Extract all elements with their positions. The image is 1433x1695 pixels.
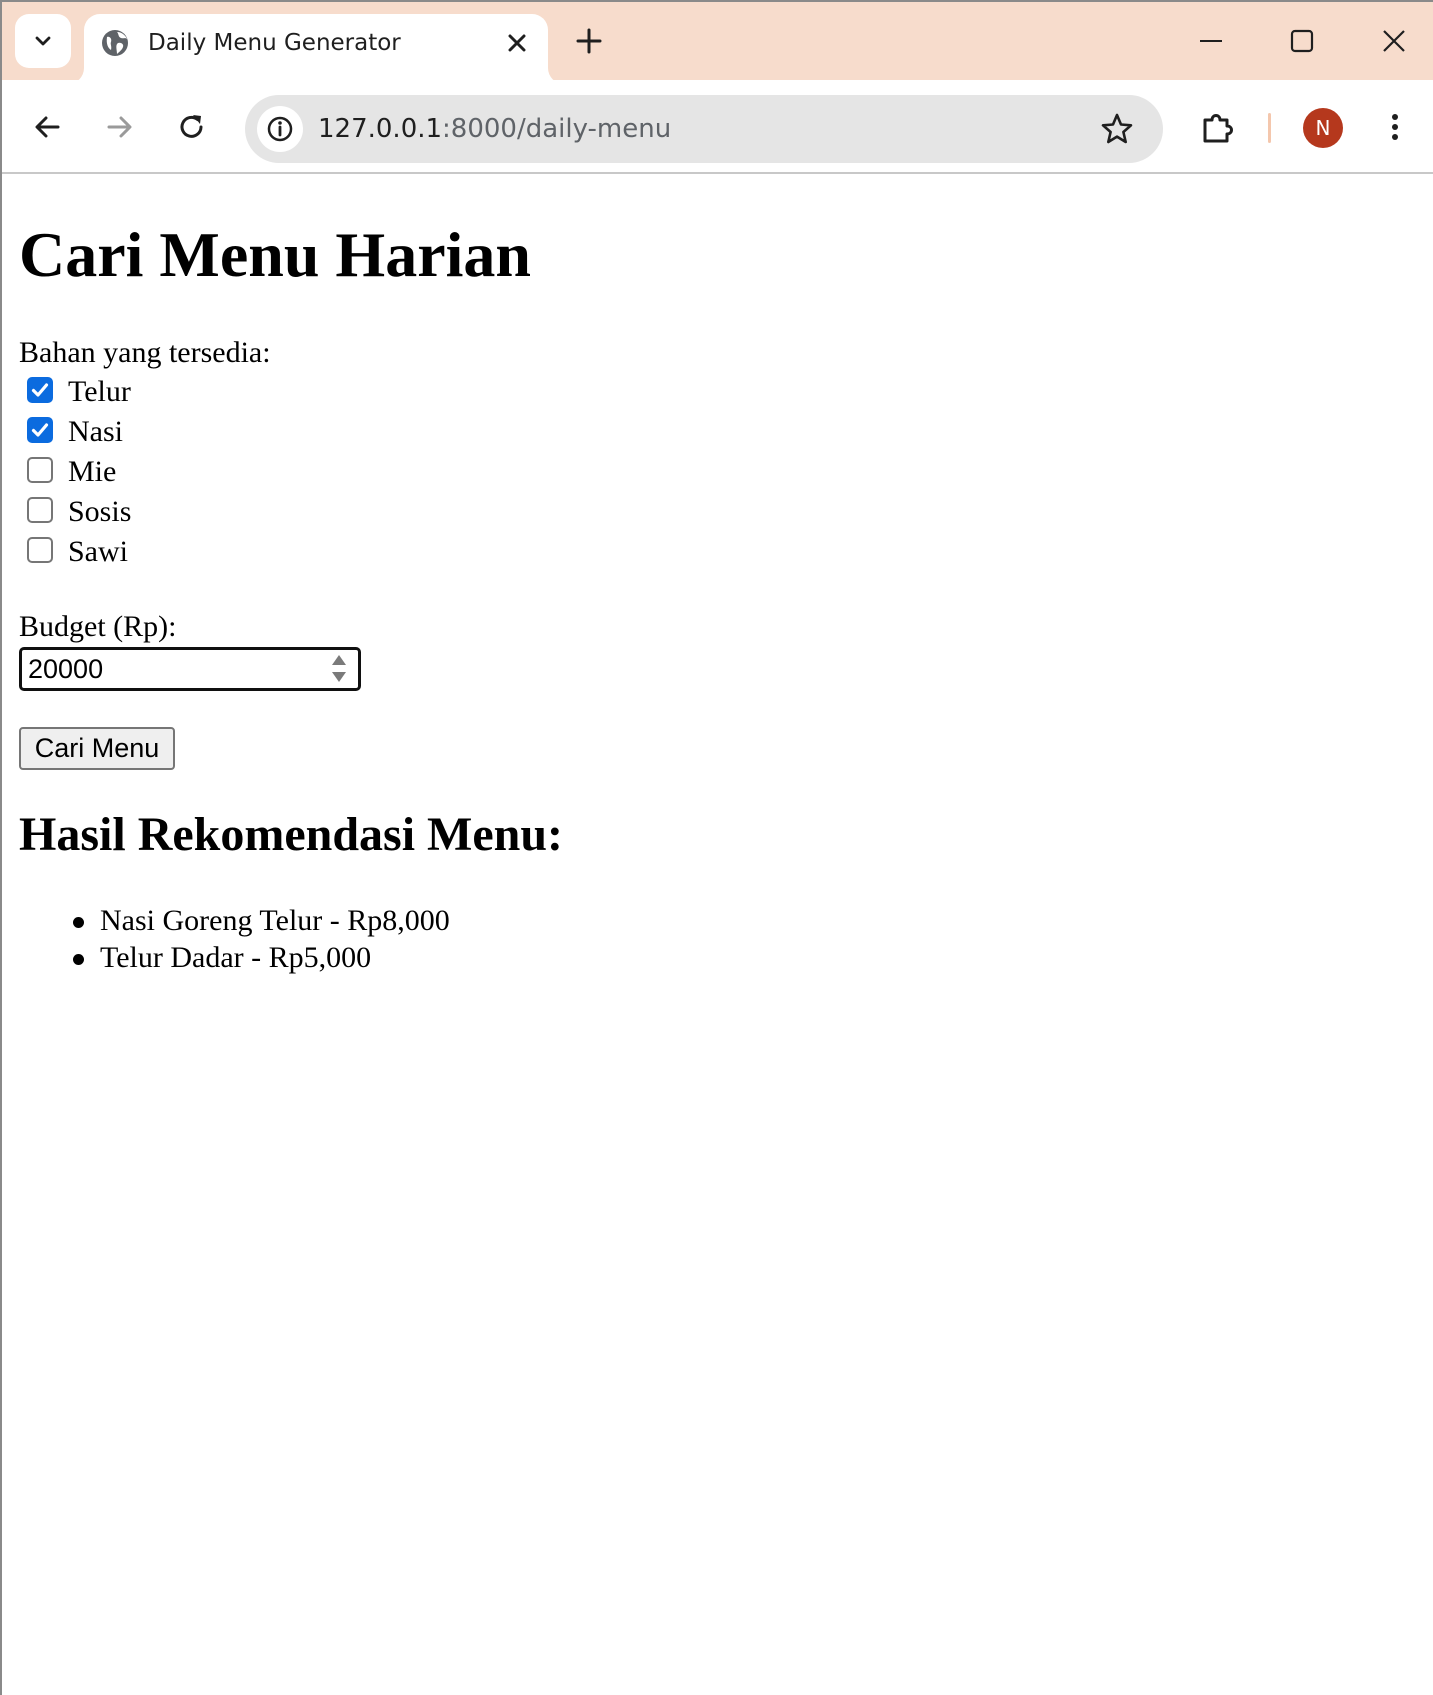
- number-spinner-icon[interactable]: [328, 652, 350, 686]
- search-menu-button[interactable]: Cari Menu: [19, 727, 175, 770]
- ingredient-option-sosis[interactable]: Sosis: [27, 494, 131, 530]
- checkbox-sosis[interactable]: [27, 497, 53, 523]
- toolbar-divider: [1268, 113, 1271, 143]
- tab-daily-menu-generator[interactable]: Daily Menu Generator: [84, 14, 548, 84]
- site-info-button[interactable]: [257, 106, 303, 152]
- ingredients-label: Bahan yang tersedia:: [19, 336, 271, 369]
- url-text[interactable]: 127.0.0.1:8000/daily-menu: [318, 111, 671, 147]
- browser-toolbar: 127.0.0.1:8000/daily-menu N: [2, 80, 1433, 174]
- back-arrow-icon[interactable]: [31, 110, 65, 144]
- tab-strip: Daily Menu Generator: [2, 2, 1433, 84]
- budget-value: 20000: [28, 654, 104, 684]
- profile-avatar[interactable]: N: [1303, 108, 1343, 148]
- checkbox-mie[interactable]: [27, 457, 53, 483]
- ingredient-label: Mie: [68, 455, 117, 488]
- budget-input[interactable]: 20000: [19, 647, 361, 691]
- list-item: Telur Dadar - Rp5,000: [2, 939, 450, 976]
- results-heading: Hasil Rekomendasi Menu:: [19, 808, 564, 861]
- page-title: Cari Menu Harian: [19, 219, 531, 290]
- checkbox-nasi[interactable]: [27, 417, 53, 443]
- minimize-icon[interactable]: [1196, 26, 1226, 56]
- extensions-puzzle-icon[interactable]: [1199, 108, 1237, 146]
- ingredient-option-nasi[interactable]: Nasi: [27, 414, 123, 450]
- list-item: Nasi Goreng Telur - Rp8,000: [2, 902, 450, 939]
- checkbox-sawi[interactable]: [27, 537, 53, 563]
- checkmark-icon: [31, 423, 49, 437]
- new-tab-icon[interactable]: [572, 24, 606, 58]
- ingredient-option-sawi[interactable]: Sawi: [27, 534, 128, 570]
- close-tab-icon[interactable]: [504, 30, 530, 56]
- bookmark-star-icon[interactable]: [1099, 111, 1135, 147]
- ingredient-label: Telur: [68, 375, 131, 408]
- forward-arrow-icon[interactable]: [102, 110, 136, 144]
- ingredient-label: Sosis: [68, 495, 132, 528]
- address-bar[interactable]: 127.0.0.1:8000/daily-menu: [245, 95, 1163, 163]
- results-list: Nasi Goreng Telur - Rp8,000 Telur Dadar …: [2, 902, 450, 976]
- ingredient-label: Nasi: [68, 415, 123, 448]
- browser-window: Daily Menu Generator 127.0.0.1:8000/dail…: [0, 0, 1433, 1695]
- ingredient-option-mie[interactable]: Mie: [27, 454, 116, 490]
- tab-title: Daily Menu Generator: [148, 30, 401, 56]
- ingredient-option-telur[interactable]: Telur: [27, 374, 131, 410]
- url-host: 127.0.0.1: [318, 114, 443, 144]
- globe-icon: [102, 30, 128, 56]
- tab-search-button[interactable]: [15, 14, 71, 68]
- more-menu-icon[interactable]: [1378, 110, 1412, 144]
- budget-label: Budget (Rp):: [19, 610, 177, 643]
- url-path: :8000/daily-menu: [442, 114, 672, 144]
- reload-icon[interactable]: [175, 110, 209, 144]
- maximize-icon[interactable]: [1287, 26, 1317, 56]
- page-content: Cari Menu Harian Bahan yang tersedia: Te…: [2, 174, 1433, 1695]
- info-icon: [267, 116, 293, 142]
- chevron-down-icon: [35, 36, 51, 46]
- checkbox-telur[interactable]: [27, 377, 53, 403]
- close-window-icon[interactable]: [1379, 26, 1409, 56]
- checkmark-icon: [31, 383, 49, 397]
- ingredient-label: Sawi: [68, 535, 128, 568]
